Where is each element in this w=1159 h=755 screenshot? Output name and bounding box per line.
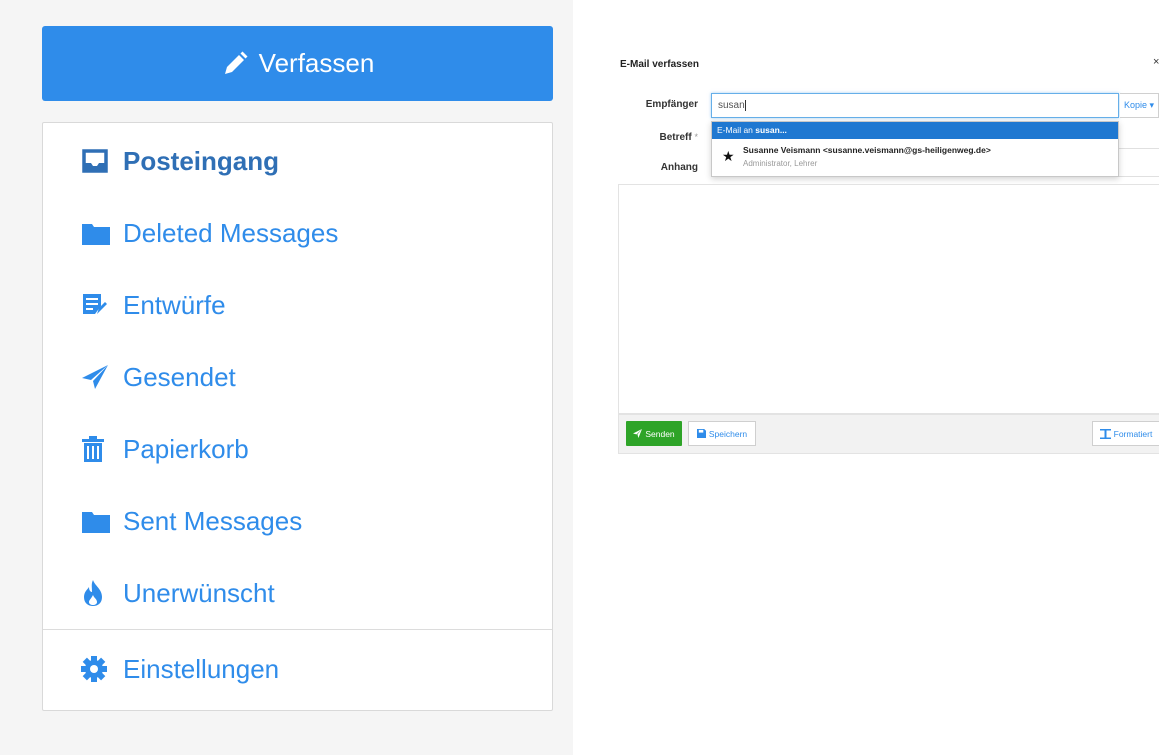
required-marker: *: [694, 132, 698, 142]
contact-role: Administrator, Lehrer: [743, 159, 818, 168]
folder-item-deleted-messages[interactable]: Deleted Messages: [81, 213, 338, 253]
settings-link[interactable]: Einstellungen: [81, 649, 279, 689]
folder-icon: [81, 506, 115, 536]
star-icon: ★: [722, 148, 735, 164]
save-button[interactable]: Speichern: [688, 421, 756, 446]
draft-icon: [81, 290, 115, 320]
to-label: Empfänger: [645, 99, 698, 110]
recipient-autocomplete: E-Mail an susan... ★ Susanne Veismann <s…: [711, 121, 1119, 177]
folder-icon: [81, 218, 115, 248]
format-label: Formatiert: [1113, 428, 1153, 439]
subject-label-text: Betreff: [659, 132, 692, 143]
autocomplete-prefix: E-Mail an: [717, 125, 756, 135]
to-input-value: susan: [718, 100, 745, 112]
contact-name: Susanne Veismann <susanne.veismann@gs-he…: [743, 145, 991, 155]
autocomplete-email-option[interactable]: E-Mail an susan...: [712, 122, 1118, 139]
folder-item-gesendet[interactable]: Gesendet: [81, 357, 236, 397]
trash-icon: [81, 434, 115, 464]
folder-label: Sent Messages: [123, 505, 303, 536]
text-format-icon: [1099, 428, 1111, 439]
paper-plane-icon: [81, 362, 115, 392]
folder-item-papierkorb[interactable]: Papierkorb: [81, 429, 249, 469]
folder-label: Gesendet: [123, 361, 236, 392]
attachment-label: Anhang: [660, 162, 698, 173]
close-icon[interactable]: ×: [1153, 56, 1159, 68]
folder-label: Papierkorb: [123, 433, 249, 464]
compose-button[interactable]: Verfassen: [42, 26, 553, 101]
settings-label: Einstellungen: [123, 653, 280, 684]
autocomplete-contact-option[interactable]: ★ Susanne Veismann <susanne.veismann@gs-…: [712, 140, 1118, 176]
message-body-editor[interactable]: [618, 184, 1159, 414]
format-button[interactable]: Formatiert: [1092, 421, 1159, 446]
folder-label: Unerwünscht: [123, 577, 275, 608]
save-icon: [696, 429, 706, 438]
autocomplete-term: susan...: [755, 125, 787, 135]
folder-item-sent-messages[interactable]: Sent Messages: [81, 501, 302, 541]
mail-sidebar: Verfassen Posteingang Deleted Messages E…: [0, 0, 573, 755]
to-input[interactable]: susan: [711, 93, 1119, 118]
folder-label: Entwürfe: [123, 289, 226, 320]
inbox-icon: [81, 146, 115, 176]
compose-dialog-title: E-Mail verfassen: [620, 59, 699, 70]
folder-item-entwuerfe[interactable]: Entwürfe: [81, 285, 226, 325]
text-caret: [744, 100, 746, 111]
folder-item-unerwuenscht[interactable]: Unerwünscht: [81, 573, 275, 613]
pencil-icon: [221, 49, 251, 79]
send-button[interactable]: Senden: [626, 421, 682, 446]
folder-divider: [43, 629, 552, 630]
paper-plane-icon: [633, 429, 643, 438]
gear-icon: [81, 654, 115, 684]
subject-label: Betreff *: [618, 132, 698, 143]
compose-label: Verfassen: [258, 48, 375, 78]
send-label: Senden: [645, 428, 675, 439]
folder-item-posteingang[interactable]: Posteingang: [81, 141, 279, 181]
folder-label: Deleted Messages: [123, 217, 339, 248]
copy-toggle-button[interactable]: Kopie ▾: [1120, 93, 1159, 118]
folder-list: Posteingang Deleted Messages Entwürfe Ge…: [42, 122, 553, 711]
folder-label: Posteingang: [123, 145, 280, 176]
fire-icon: [81, 578, 115, 608]
save-label: Speichern: [708, 428, 748, 439]
